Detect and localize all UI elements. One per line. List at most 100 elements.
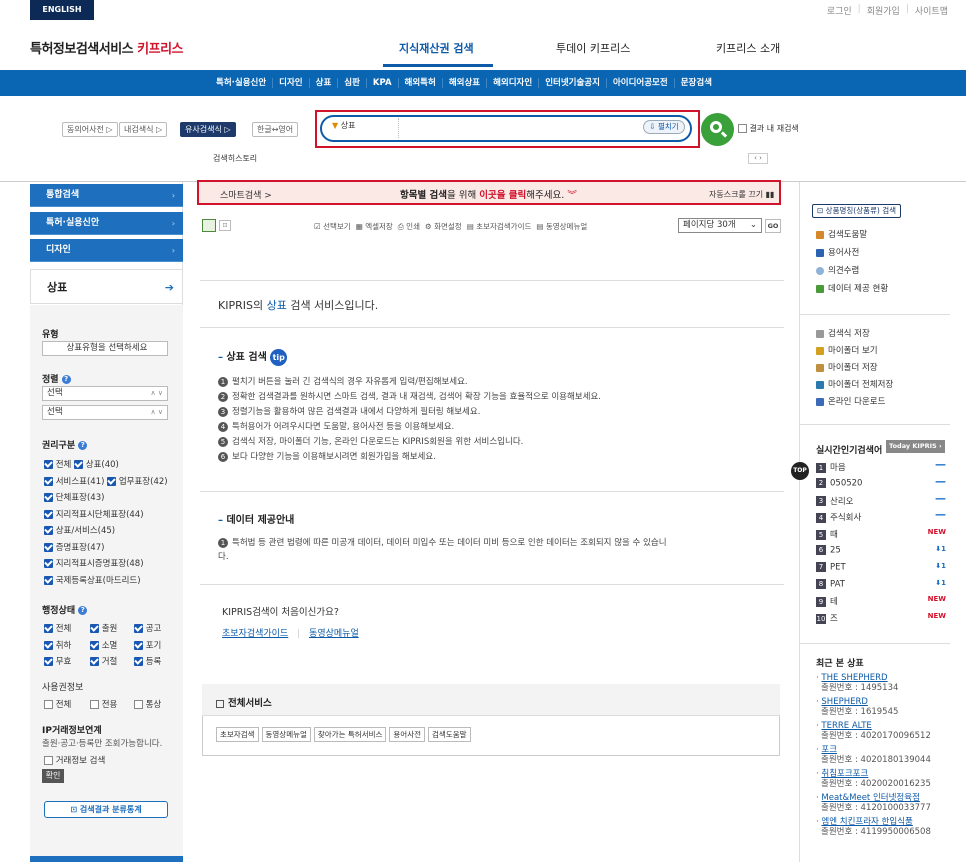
rights-row[interactable]: 전체 상표(40)	[44, 458, 119, 470]
type-select[interactable]: 상표유형을 선택하세요	[42, 341, 168, 356]
ranking-item[interactable]: 7 PET ⬇1	[816, 561, 946, 579]
glossary-button[interactable]: 용어사전	[389, 727, 425, 742]
ranking-item[interactable]: 1 마음 —	[816, 458, 946, 478]
screen-settings-button[interactable]: ⚙ 화면설정	[425, 221, 462, 232]
license-row[interactable]: 통상	[134, 698, 161, 710]
subnav-idea-contest[interactable]: 아이디어공모전	[607, 78, 675, 88]
recent-item-link[interactable]: TERRE ALTE	[821, 721, 871, 731]
video-manual-button[interactable]: ▤ 동영상메뉴얼	[536, 221, 587, 232]
rights-row[interactable]: 단체표장(43)	[44, 491, 104, 503]
recent-item-link[interactable]: SHEPHERD	[821, 697, 868, 707]
subnav-sentence-search[interactable]: 문장검색	[675, 78, 718, 88]
sidebar-item-patent[interactable]: 특허·실용신안 ›	[30, 212, 183, 235]
data-status-link[interactable]: 데이터 제공 현황	[816, 282, 888, 294]
search-history-label[interactable]: 검색히스토리	[213, 153, 257, 164]
subnav-foreign-patent[interactable]: 해외특허	[399, 78, 443, 88]
nav-kipris-intro[interactable]: 키프리스 소개	[716, 40, 780, 56]
search-help-link[interactable]: 검색도움말	[816, 228, 867, 240]
my-query-button[interactable]: 내검색식 ▷	[119, 122, 168, 137]
per-page-select[interactable]: 페이지당 30개 ⌄	[678, 218, 762, 233]
synonym-dict-button[interactable]: 동의어사전 ▷	[62, 122, 118, 137]
select-view-button[interactable]: ☑ 선택보기	[314, 221, 351, 232]
myfolder-saveall-link[interactable]: 마이폴더 전체저장	[816, 378, 893, 390]
status-row[interactable]: 소멸	[90, 639, 117, 651]
recent-item-link[interactable]: THE SHEPHERD	[821, 673, 887, 683]
kor-eng-toggle[interactable]: 한글↔영어	[252, 122, 299, 137]
print-button[interactable]: ⎙ 인쇄	[398, 221, 420, 232]
login-link[interactable]: 로그인	[827, 4, 852, 17]
sitemap-link[interactable]: 사이트맵	[915, 4, 948, 17]
subnav-foreign-design[interactable]: 해외디자인	[487, 78, 540, 88]
excel-save-button[interactable]: ▦ 엑셀저장	[356, 221, 393, 232]
status-row[interactable]: 공고	[134, 622, 161, 634]
ranking-item[interactable]: 8 PAT ⬇1	[816, 578, 946, 596]
subnav-trial[interactable]: 심판	[338, 78, 367, 88]
rights-row[interactable]: 상표/서비스(45)	[44, 524, 115, 536]
sidebar-bottom-tab[interactable]	[30, 856, 183, 862]
ranking-item[interactable]: 9 테 NEW	[816, 595, 946, 612]
rights-row[interactable]: 서비스표(41) 업무표장(42)	[44, 475, 168, 487]
beginner-guide-button[interactable]: ▤ 초보자검색가이드	[467, 221, 532, 232]
subnav-internet-tech[interactable]: 인터넷기술공지	[539, 78, 607, 88]
list-view-icon[interactable]	[202, 219, 216, 232]
status-row[interactable]: 무효	[44, 655, 71, 667]
save-query-link[interactable]: 검색식 저장	[816, 327, 870, 339]
feedback-link[interactable]: 의견수렴	[816, 264, 859, 276]
search-button[interactable]	[701, 113, 734, 146]
search-field-select[interactable]: ▼ 상표	[332, 120, 355, 131]
license-row[interactable]: 전체	[44, 698, 71, 710]
sort-select-1[interactable]: 선택 ∧ ∨	[42, 386, 168, 401]
subnav-trademark[interactable]: 상표	[310, 78, 339, 88]
sidebar-item-trademark[interactable]: 상표 ➔	[30, 269, 183, 304]
site-logo[interactable]: 특허정보검색서비스 키프리스	[30, 38, 184, 57]
ranking-item[interactable]: 5 때 NEW	[816, 528, 946, 545]
stats-button[interactable]: ⊡ 검색결과 분류통계	[44, 801, 168, 818]
ip-checkbox[interactable]: 거래정보 검색	[44, 754, 105, 766]
visiting-service-button[interactable]: 찾아가는 특허서비스	[313, 727, 387, 742]
status-row[interactable]: 등록	[134, 655, 161, 667]
product-name-search-button[interactable]: ⊡ 상품명칭(상품류) 검색	[812, 204, 902, 218]
video-manual-button[interactable]: 동영상메뉴얼	[261, 727, 311, 742]
signup-link[interactable]: 회원가입	[867, 4, 900, 17]
rights-row[interactable]: 지리적표시단체표장(44)	[44, 508, 144, 520]
ranking-item[interactable]: 2 050520—	[816, 475, 946, 495]
myfolder-save-link[interactable]: 마이폴더 저장	[816, 361, 878, 373]
recent-item-link[interactable]: Meat&Meet 인터넷정육점	[821, 793, 919, 803]
glossary-link[interactable]: 용어사전	[816, 246, 859, 258]
recent-item-link[interactable]: 엠엔 치킨프라자 한입식품	[821, 817, 912, 827]
smart-search-message[interactable]: 항목별 검색을 위해 이곳을 클릭해주세요. ︾	[400, 187, 577, 201]
autoscroll-toggle[interactable]: 자동스크롤 끄기 ▮▮	[709, 189, 774, 200]
subnav-patent[interactable]: 특허·실용신안	[210, 78, 274, 88]
myfolder-view-link[interactable]: 마이폴더 보기	[816, 344, 878, 356]
ranking-item[interactable]: 10 즈 NEW	[816, 612, 946, 629]
rights-row[interactable]: 국제등록상표(마드리드)	[44, 574, 141, 586]
status-row[interactable]: 포기	[134, 639, 161, 651]
recent-item-link[interactable]: 포크	[821, 745, 837, 755]
research-checkbox[interactable]: 결과 내 재검색	[738, 123, 799, 134]
video-manual-link[interactable]: 동영상메뉴얼	[309, 629, 359, 639]
go-button[interactable]: GO	[765, 219, 781, 233]
rights-row[interactable]: 증명표장(47)	[44, 541, 104, 553]
smart-search-label[interactable]: 스마트검색 >	[220, 188, 272, 201]
expand-button[interactable]: ⇩ 펼치기	[643, 120, 685, 134]
online-download-link[interactable]: 온라인 다운로드	[816, 395, 885, 407]
recent-item-link[interactable]: 취침포크포크	[821, 769, 868, 779]
nav-ip-search[interactable]: 지식재산권 검색	[399, 40, 474, 56]
search-input[interactable]	[320, 115, 692, 142]
subnav-design[interactable]: 디자인	[273, 78, 310, 88]
license-row[interactable]: 전용	[90, 698, 117, 710]
sort-select-2[interactable]: 선택 ∧ ∨	[42, 405, 168, 420]
subnav-kpa[interactable]: KPA	[367, 78, 399, 88]
beginner-guide-link[interactable]: 초보자검색가이드	[222, 629, 288, 639]
status-row[interactable]: 출원	[90, 622, 117, 634]
today-kipris-button[interactable]: Today KIPRIS ›	[886, 440, 945, 453]
ranking-item[interactable]: 4 주식회사 —	[816, 508, 946, 528]
top-button[interactable]: TOP	[791, 462, 809, 480]
sidebar-item-design[interactable]: 디자인 ›	[30, 239, 183, 262]
english-button[interactable]: ENGLISH	[30, 0, 94, 20]
beginner-search-button[interactable]: 초보자검색	[216, 727, 259, 742]
nav-today-kipris[interactable]: 투데이 키프리스	[556, 40, 630, 56]
search-help-button[interactable]: 검색도움말	[428, 727, 471, 742]
confirm-button[interactable]: 확인	[42, 769, 64, 783]
ranking-item[interactable]: 6 25 ⬇1	[816, 544, 946, 562]
